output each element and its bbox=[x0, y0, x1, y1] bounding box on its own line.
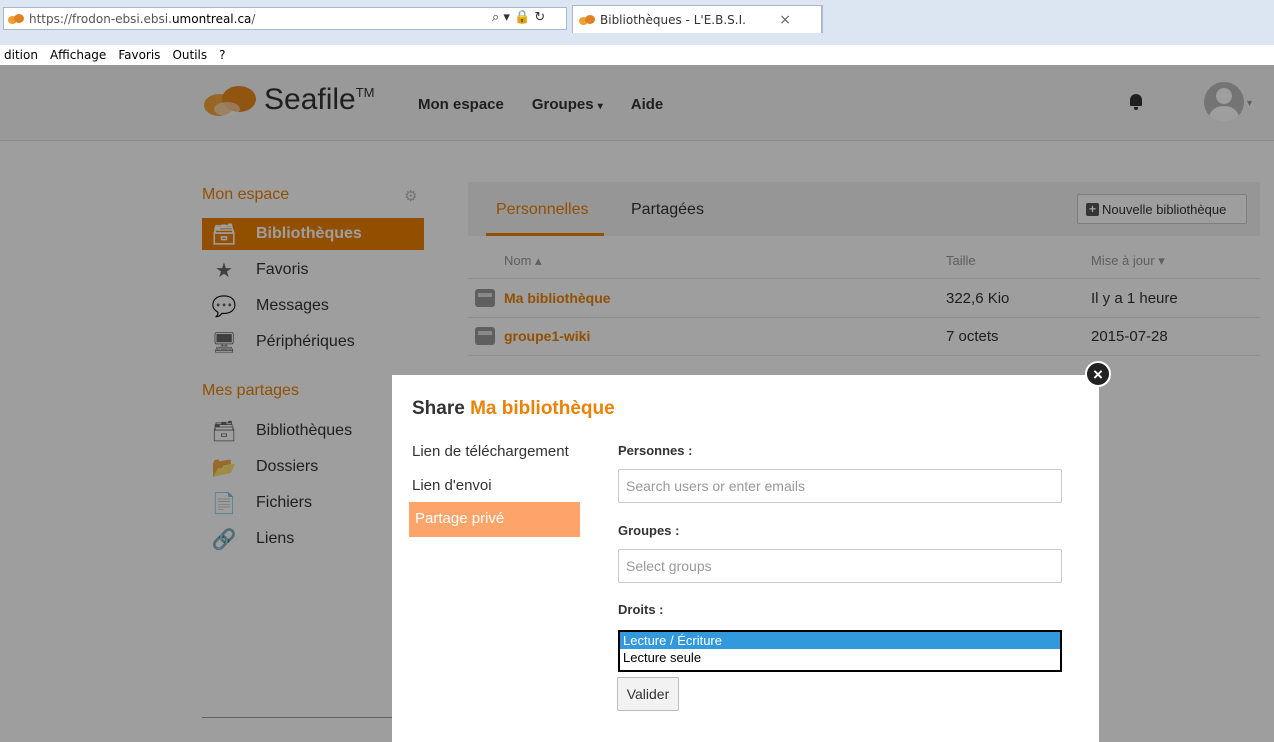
groups-label: Groupes : bbox=[618, 523, 680, 538]
url-host: umontreal.ca bbox=[171, 11, 252, 26]
nav-private-share[interactable]: Partage privé bbox=[409, 502, 580, 537]
share-dialog: Share Ma bibliothèque Lien de télécharge… bbox=[392, 375, 1099, 742]
tab-favicon-icon bbox=[579, 14, 595, 25]
address-bar[interactable]: https://frodon-ebsi.ebsi. umontreal.ca / bbox=[3, 7, 567, 30]
menu-affichage[interactable]: Affichage bbox=[50, 48, 106, 62]
persons-label: Personnes : bbox=[618, 443, 693, 458]
submit-button[interactable]: Valider bbox=[617, 677, 679, 711]
browser-tab[interactable]: Bibliothèques - L'E.B.S.I. × bbox=[572, 5, 822, 33]
menu-edition[interactable]: dition bbox=[4, 48, 38, 62]
rights-label: Droits : bbox=[618, 602, 664, 617]
site-favicon-icon bbox=[8, 13, 24, 24]
persons-search-input[interactable]: Search users or enter emails bbox=[618, 469, 1062, 503]
nav-upload-link[interactable]: Lien d'envoi bbox=[412, 477, 492, 494]
groups-select-input[interactable]: Select groups bbox=[618, 549, 1062, 583]
browser-menu-bar: dition Affichage Favoris Outils ? bbox=[0, 45, 1274, 65]
search-lock-refresh-icon[interactable]: ⌕ ▾ 🔒 ↻ bbox=[492, 10, 545, 25]
rights-option-read-write[interactable]: Lecture / Écriture bbox=[620, 632, 1060, 649]
url-protocol: https://frodon-ebsi.ebsi. bbox=[29, 11, 172, 26]
nav-download-link[interactable]: Lien de téléchargement bbox=[412, 443, 569, 460]
rights-option-read-only[interactable]: Lecture seule bbox=[620, 649, 1060, 666]
menu-favoris[interactable]: Favoris bbox=[118, 48, 160, 62]
dialog-title: Share Ma bibliothèque bbox=[412, 398, 615, 419]
close-icon[interactable]: × bbox=[1085, 361, 1111, 387]
tab-divider bbox=[822, 5, 823, 33]
tab-close-icon[interactable]: × bbox=[779, 12, 791, 28]
browser-toolbar: https://frodon-ebsi.ebsi. umontreal.ca / ⌕… bbox=[0, 0, 1274, 45]
menu-help[interactable]: ? bbox=[219, 48, 225, 62]
tab-title: Bibliothèques - L'E.B.S.I. bbox=[600, 12, 746, 27]
url-path: / bbox=[251, 11, 256, 26]
rights-select[interactable]: Lecture / Écriture Lecture seule bbox=[618, 630, 1062, 672]
address-controls[interactable]: ⌕ ▾ 🔒 ↻ bbox=[492, 10, 545, 25]
menu-outils[interactable]: Outils bbox=[172, 48, 207, 62]
